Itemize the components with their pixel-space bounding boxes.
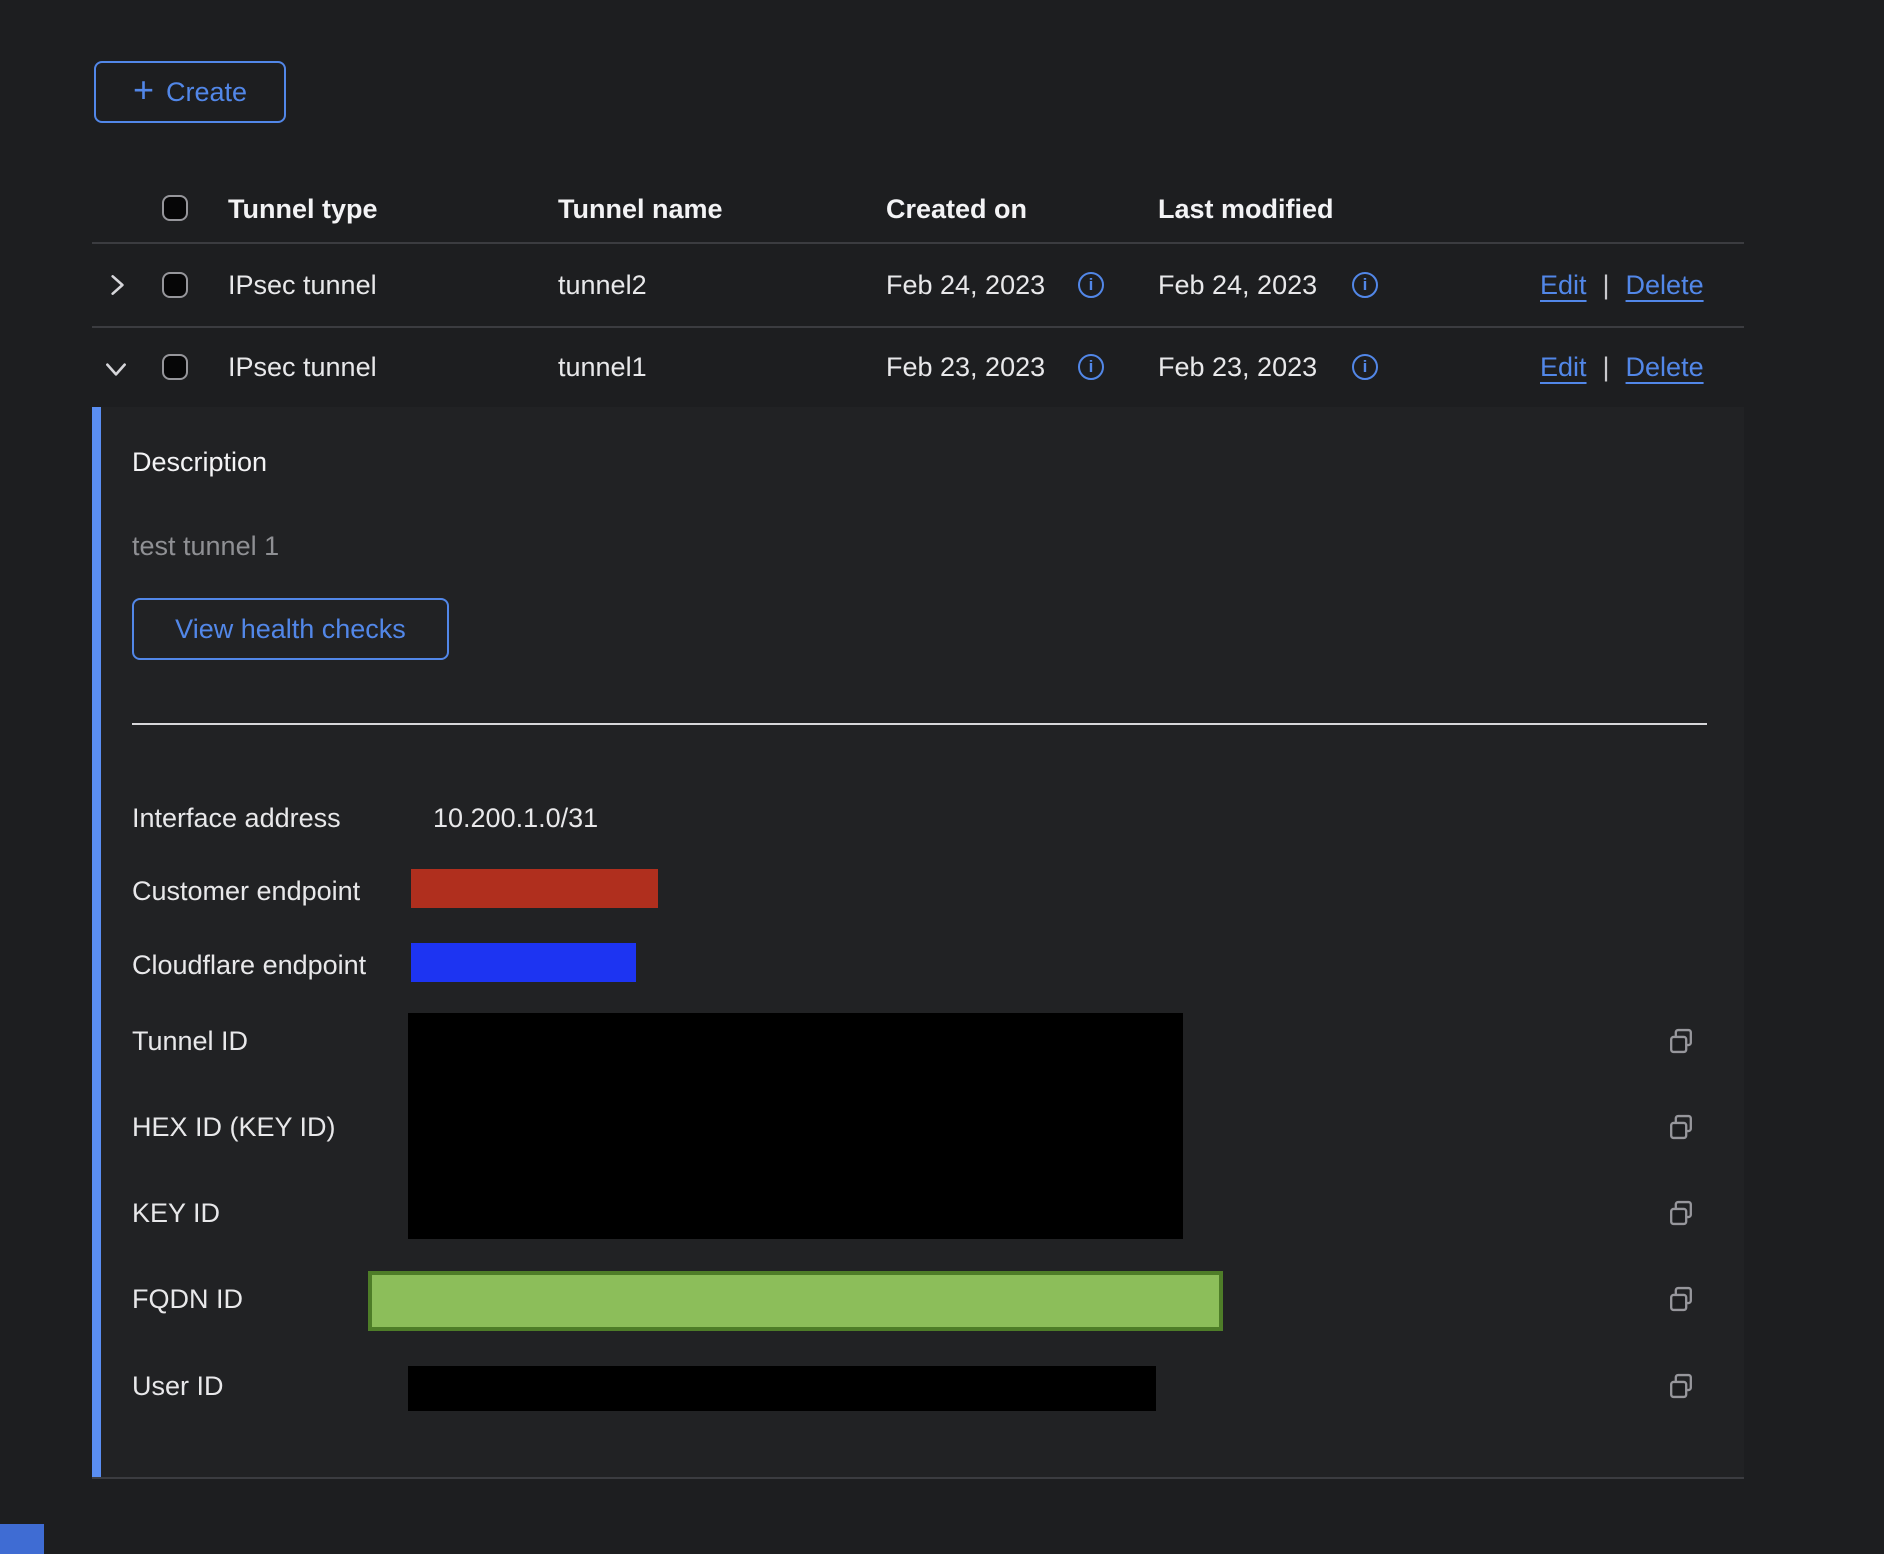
tunnel-name-cell: tunnel2 bbox=[558, 269, 647, 301]
chevron-down-icon[interactable] bbox=[103, 356, 129, 382]
fqdn-id-redacted-value bbox=[368, 1271, 1223, 1331]
column-header-tunnel-type: Tunnel type bbox=[228, 193, 378, 225]
copy-user-id-button[interactable] bbox=[1666, 1371, 1696, 1401]
ids-redacted-block bbox=[408, 1013, 1183, 1239]
interface-address-label: Interface address bbox=[132, 802, 341, 834]
user-id-label: User ID bbox=[132, 1370, 224, 1402]
panel-divider bbox=[132, 723, 1707, 725]
info-icon[interactable]: i bbox=[1352, 272, 1378, 298]
copy-icon bbox=[1666, 1198, 1696, 1228]
bottom-divider bbox=[92, 1477, 1744, 1479]
customer-endpoint-label: Customer endpoint bbox=[132, 875, 360, 907]
copy-icon bbox=[1666, 1026, 1696, 1056]
row-checkbox[interactable] bbox=[162, 272, 188, 298]
row-divider bbox=[92, 326, 1744, 328]
column-header-tunnel-name: Tunnel name bbox=[558, 193, 723, 225]
info-icon[interactable]: i bbox=[1078, 272, 1104, 298]
edit-link[interactable]: Edit bbox=[1540, 352, 1587, 382]
view-health-checks-label: View health checks bbox=[175, 614, 406, 645]
edit-link[interactable]: Edit bbox=[1540, 270, 1587, 300]
tunnel-type-cell: IPsec tunnel bbox=[228, 269, 377, 301]
cloudflare-endpoint-redacted-value bbox=[411, 943, 636, 982]
last-modified-cell: Feb 23, 2023 bbox=[1158, 351, 1317, 383]
view-health-checks-button[interactable]: View health checks bbox=[132, 598, 449, 660]
plus-icon: + bbox=[133, 69, 154, 111]
column-header-last-modified: Last modified bbox=[1158, 193, 1334, 225]
tunnel-type-cell: IPsec tunnel bbox=[228, 351, 377, 383]
header-divider bbox=[92, 242, 1744, 244]
tunnel-id-label: Tunnel ID bbox=[132, 1025, 248, 1057]
copy-fqdn-id-button[interactable] bbox=[1666, 1284, 1696, 1314]
ipsec-tunnels-page: + Create Tunnel type Tunnel name Created… bbox=[0, 0, 1884, 1554]
fqdn-id-label: FQDN ID bbox=[132, 1283, 243, 1315]
copy-tunnel-id-button[interactable] bbox=[1666, 1026, 1696, 1056]
row-checkbox[interactable] bbox=[162, 354, 188, 380]
chevron-right-icon[interactable] bbox=[104, 272, 130, 298]
user-id-redacted-value bbox=[408, 1366, 1156, 1411]
delete-link[interactable]: Delete bbox=[1626, 270, 1704, 300]
copy-icon bbox=[1666, 1112, 1696, 1142]
hex-id-label: HEX ID (KEY ID) bbox=[132, 1111, 336, 1143]
cloudflare-endpoint-label: Cloudflare endpoint bbox=[132, 949, 366, 981]
info-icon[interactable]: i bbox=[1078, 354, 1104, 380]
column-header-created-on: Created on bbox=[886, 193, 1027, 225]
key-id-label: KEY ID bbox=[132, 1197, 220, 1229]
last-modified-cell: Feb 24, 2023 bbox=[1158, 269, 1317, 301]
tunnel-name-cell: tunnel1 bbox=[558, 351, 647, 383]
offscreen-blue-element bbox=[0, 1524, 44, 1554]
copy-key-id-button[interactable] bbox=[1666, 1198, 1696, 1228]
create-button-label: Create bbox=[166, 77, 247, 108]
customer-endpoint-redacted-value bbox=[411, 869, 658, 908]
select-all-checkbox[interactable] bbox=[162, 195, 188, 221]
created-on-cell: Feb 24, 2023 bbox=[886, 269, 1045, 301]
interface-address-value: 10.200.1.0/31 bbox=[433, 802, 598, 834]
link-separator: | bbox=[1603, 270, 1610, 300]
link-separator: | bbox=[1603, 352, 1610, 382]
delete-link[interactable]: Delete bbox=[1626, 352, 1704, 382]
description-value: test tunnel 1 bbox=[132, 530, 279, 562]
expanded-panel-accent-bar bbox=[92, 407, 101, 1478]
copy-icon bbox=[1666, 1371, 1696, 1401]
copy-icon bbox=[1666, 1284, 1696, 1314]
description-label: Description bbox=[132, 446, 267, 478]
copy-hex-id-button[interactable] bbox=[1666, 1112, 1696, 1142]
create-button[interactable]: + Create bbox=[94, 61, 286, 123]
info-icon[interactable]: i bbox=[1352, 354, 1378, 380]
created-on-cell: Feb 23, 2023 bbox=[886, 351, 1045, 383]
